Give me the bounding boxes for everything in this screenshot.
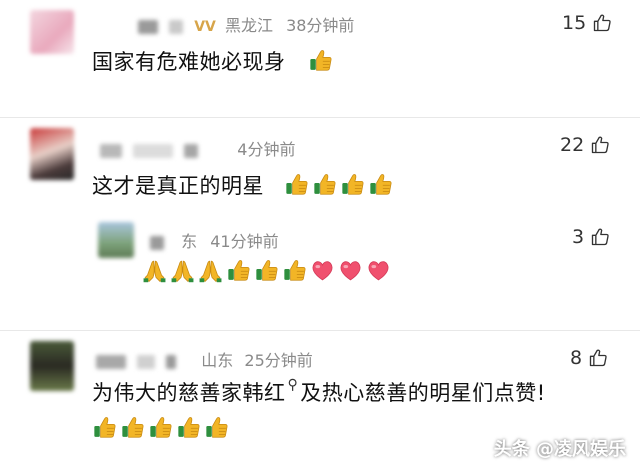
comment-item: 4分钟前 22 这才是真正的明星 东 41分钟前 3 (0, 118, 640, 330)
avatar[interactable] (30, 10, 74, 54)
search-link-icon[interactable]: ⚲ (288, 377, 299, 393)
thumbs-up-emoji-icon (312, 172, 337, 197)
like-button[interactable]: 15 (562, 12, 612, 34)
username-blurred[interactable] (150, 235, 164, 250)
like-count: 22 (560, 134, 585, 156)
thumbs-up-emoji-icon (92, 415, 117, 440)
comment-time: 41分钟前 (210, 232, 279, 251)
praying-hands-emoji-icon (142, 258, 167, 283)
thumbs-up-emoji-icon (368, 172, 393, 197)
comment-item: VV 黑龙江 38分钟前 15 国家有危难她必现身 (0, 0, 640, 115)
comment-meta: 4分钟前 (100, 136, 295, 160)
like-count: 3 (572, 226, 585, 248)
thumbs-up-emoji-icon (204, 415, 229, 440)
username-blurred[interactable] (100, 143, 122, 158)
comment-region: 东 (181, 232, 198, 251)
comment-time: 38分钟前 (286, 16, 355, 35)
thumbs-up-emoji-icon (176, 415, 201, 440)
thumbs-up-emoji-icon (308, 48, 333, 73)
comment-emojis (284, 172, 393, 197)
comment-meta: VV 黑龙江 38分钟前 (138, 12, 354, 36)
thumbs-up-emoji-icon (340, 172, 365, 197)
username-blurred[interactable] (138, 19, 158, 34)
comment-text: 国家有危难她必现身 (92, 50, 286, 74)
avatar[interactable] (30, 341, 74, 391)
heart-emoji-icon (310, 258, 335, 283)
like-count: 15 (562, 12, 587, 34)
thumbs-up-emoji-icon (226, 258, 251, 283)
like-button[interactable]: 8 (570, 347, 608, 369)
comment-meta: 东 41分钟前 (150, 228, 279, 252)
comment-meta: 山东 25分钟前 (96, 347, 313, 371)
like-count: 8 (570, 347, 583, 369)
comment-time: 25分钟前 (244, 351, 313, 370)
like-button[interactable]: 3 (572, 226, 610, 248)
heart-emoji-icon (338, 258, 363, 283)
comment-time: 4分钟前 (237, 140, 296, 159)
comment-text: 这才是真正的明星 (92, 174, 264, 198)
thumb-up-outline-icon (590, 135, 610, 155)
thumbs-up-emoji-icon (282, 258, 307, 283)
comment-region: 黑龙江 (224, 16, 273, 35)
watermark: 头条 @凌风娱乐 (493, 439, 626, 460)
thumb-up-outline-icon (590, 227, 610, 247)
thumb-up-outline-icon (592, 13, 612, 33)
thumbs-up-emoji-icon (148, 415, 173, 440)
thumbs-up-emoji-icon (284, 172, 309, 197)
avatar[interactable] (30, 128, 74, 180)
praying-hands-emoji-icon (198, 258, 223, 283)
comment-text: 为伟大的慈善家韩红 ⚲及热心慈善的明星们点赞! (92, 377, 546, 407)
praying-hands-emoji-icon (170, 258, 195, 283)
comment-emojis (308, 48, 333, 73)
heart-emoji-icon (366, 258, 391, 283)
comment-emojis (92, 415, 229, 440)
thumbs-up-emoji-icon (120, 415, 145, 440)
reply-item: 东 41分钟前 3 (0, 208, 640, 318)
avatar[interactable] (98, 222, 134, 258)
comment-emojis (142, 258, 391, 283)
comment-text-before: 为伟大的慈善家韩红 (92, 381, 286, 405)
username-blurred[interactable] (96, 354, 126, 369)
vip-badge-icon: VV (194, 19, 216, 35)
comment-text-after: 及热心慈善的明星们点赞! (300, 381, 546, 405)
like-button[interactable]: 22 (560, 134, 610, 156)
comment-region: 山东 (201, 351, 234, 370)
thumb-up-outline-icon (588, 348, 608, 368)
thumbs-up-emoji-icon (254, 258, 279, 283)
